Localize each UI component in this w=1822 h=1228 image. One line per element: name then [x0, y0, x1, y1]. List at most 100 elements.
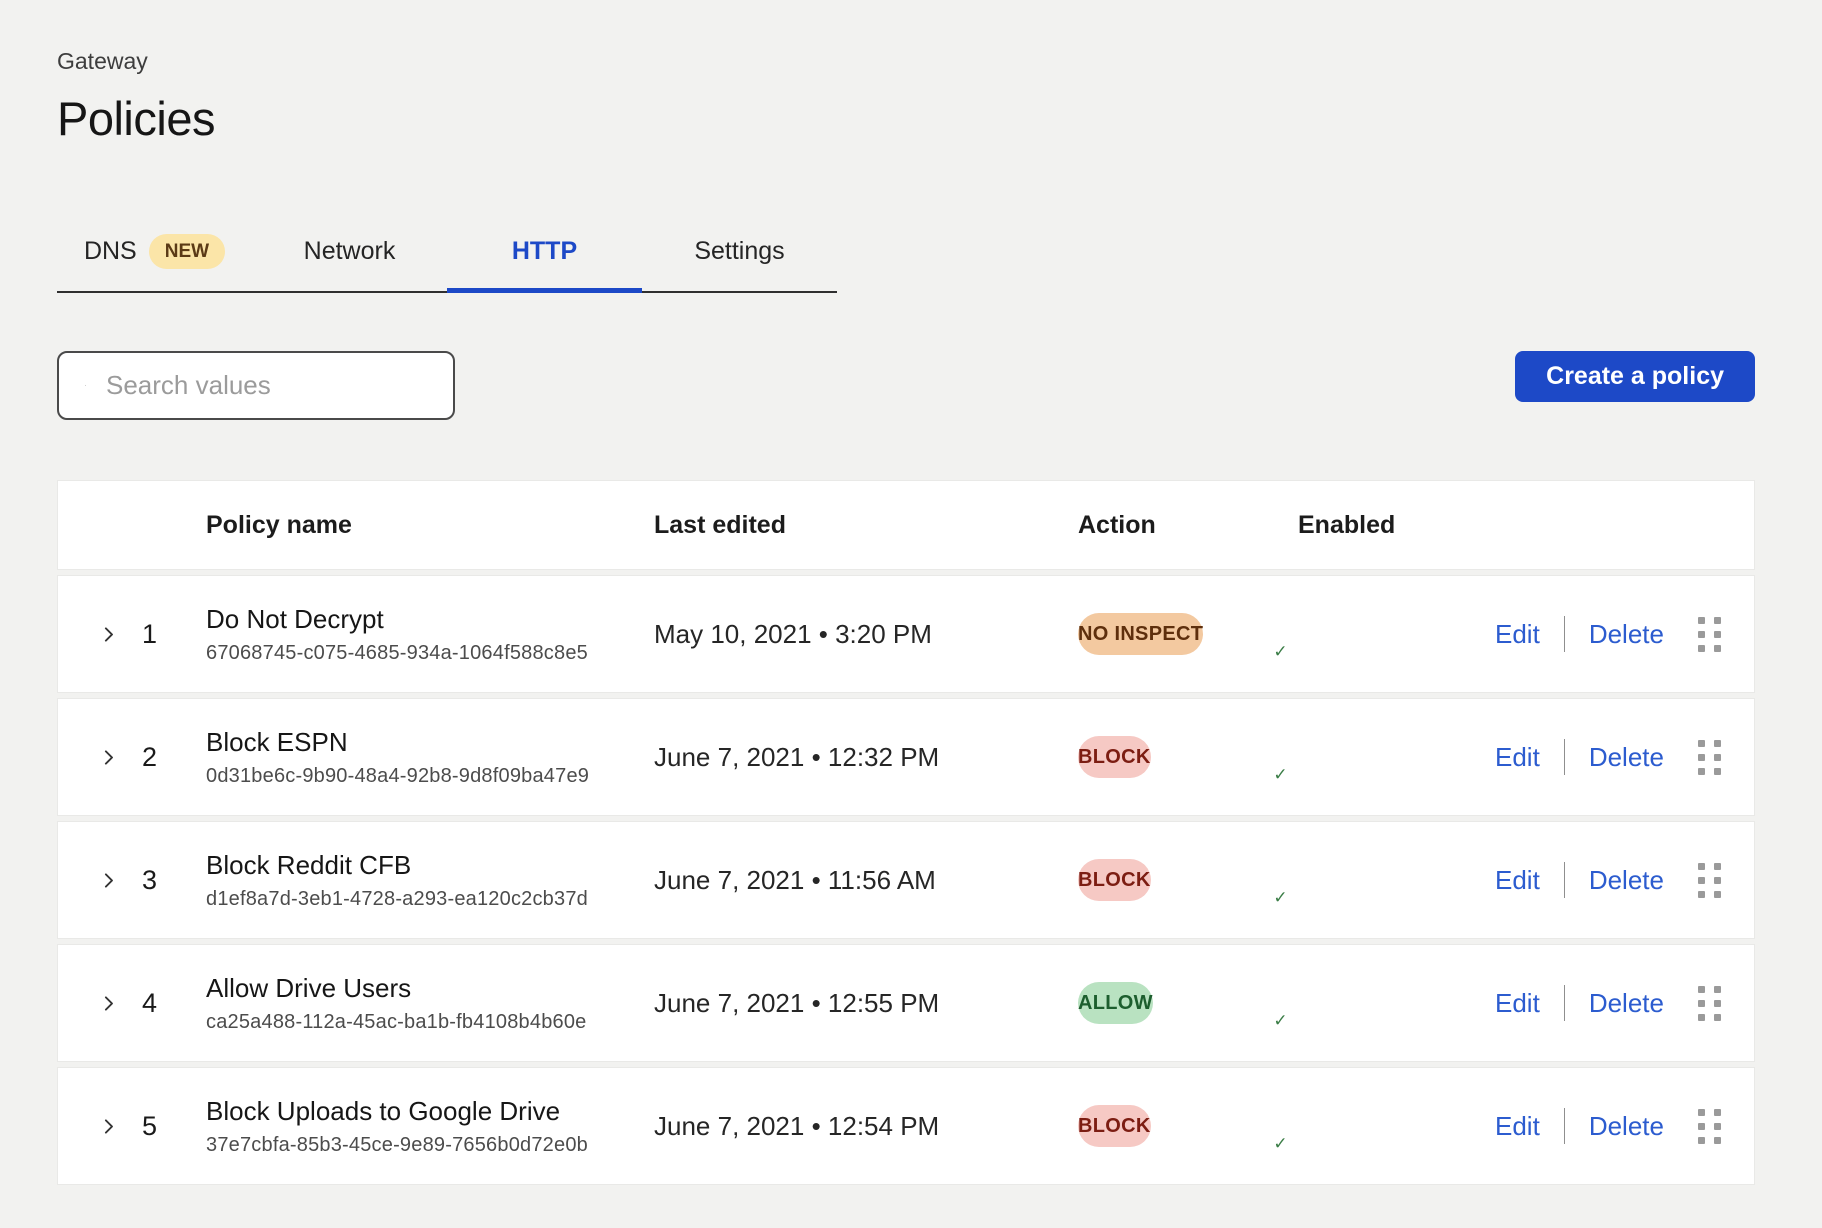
policy-name: Do Not Decrypt [206, 603, 654, 636]
policy-name-cell: Do Not Decrypt 67068745-c075-4685-934a-1… [206, 603, 654, 665]
policy-id: ca25a488-112a-45ac-ba1b-fb4108b4b60e [206, 1011, 654, 1034]
expand-row-button[interactable] [98, 870, 142, 891]
tab-settings[interactable]: Settings [642, 220, 837, 291]
action-cell: BLOCK [1078, 746, 1298, 769]
drag-handle-icon[interactable] [1698, 617, 1721, 652]
policy-name-cell: Block Reddit CFB d1ef8a7d-3eb1-4728-a293… [206, 849, 654, 911]
drag-handle-icon[interactable] [1698, 740, 1721, 775]
row-priority: 5 [142, 1111, 206, 1142]
chevron-right-icon [98, 870, 119, 891]
policy-id: 67068745-c075-4685-934a-1064f588c8e5 [206, 642, 654, 665]
action-badge: BLOCK [1078, 736, 1151, 778]
delete-link[interactable]: Delete [1589, 742, 1664, 773]
action-cell: NO INSPECT [1078, 623, 1298, 646]
delete-link[interactable]: Delete [1589, 988, 1664, 1019]
check-icon: ✓ [1267, 1007, 1294, 1034]
action-badge: ALLOW [1078, 982, 1153, 1024]
expand-row-button[interactable] [98, 993, 142, 1014]
gateway-policies-page: Gateway Policies DNS NEW Network HTTP Se… [0, 0, 1822, 1185]
drag-handle-icon[interactable] [1698, 1109, 1721, 1144]
row-actions: Edit Delete [1495, 739, 1698, 775]
toolbar: Create a policy [57, 351, 1755, 420]
table-row: 2 Block ESPN 0d31be6c-9b90-48a4-92b8-9d8… [57, 698, 1755, 816]
action-cell: BLOCK [1078, 1115, 1298, 1138]
policy-id: 0d31be6c-9b90-48a4-92b8-9d8f09ba47e9 [206, 765, 654, 788]
policies-table: Policy name Last edited Action Enabled 1… [57, 480, 1755, 1185]
expand-row-button[interactable] [98, 624, 142, 645]
drag-handle-icon[interactable] [1698, 986, 1721, 1021]
edit-link[interactable]: Edit [1495, 742, 1540, 773]
table-row: 4 Allow Drive Users ca25a488-112a-45ac-b… [57, 944, 1755, 1062]
actions-divider [1564, 862, 1565, 898]
last-edited: June 7, 2021 • 12:32 PM [654, 742, 1078, 773]
tab-http[interactable]: HTTP [447, 220, 642, 291]
row-priority: 2 [142, 742, 206, 773]
action-badge: BLOCK [1078, 1105, 1151, 1147]
create-policy-button[interactable]: Create a policy [1515, 351, 1755, 402]
edit-link[interactable]: Edit [1495, 988, 1540, 1019]
chevron-right-icon [98, 993, 119, 1014]
row-actions: Edit Delete [1495, 985, 1698, 1021]
edit-link[interactable]: Edit [1495, 865, 1540, 896]
breadcrumb: Gateway [57, 48, 1755, 75]
check-icon: ✓ [1267, 1130, 1294, 1157]
last-edited: May 10, 2021 • 3:20 PM [654, 619, 1078, 650]
tab-http-label: HTTP [512, 237, 577, 266]
tab-network-label: Network [304, 237, 396, 266]
table-row: 5 Block Uploads to Google Drive 37e7cbfa… [57, 1067, 1755, 1185]
table-header-row: Policy name Last edited Action Enabled [57, 480, 1755, 570]
last-edited: June 7, 2021 • 12:54 PM [654, 1111, 1078, 1142]
actions-divider [1564, 739, 1565, 775]
last-edited: June 7, 2021 • 11:56 AM [654, 865, 1078, 896]
row-priority: 3 [142, 865, 206, 896]
policy-name-cell: Block Uploads to Google Drive 37e7cbfa-8… [206, 1095, 654, 1157]
action-badge: NO INSPECT [1078, 613, 1203, 655]
policy-name: Block ESPN [206, 726, 654, 759]
search-input[interactable] [104, 369, 453, 402]
delete-link[interactable]: Delete [1589, 619, 1664, 650]
action-badge: BLOCK [1078, 859, 1151, 901]
delete-link[interactable]: Delete [1589, 865, 1664, 896]
check-icon: ✓ [1267, 884, 1294, 911]
chevron-right-icon [98, 747, 119, 768]
column-header-action: Action [1078, 511, 1298, 540]
tab-dns[interactable]: DNS NEW [57, 220, 252, 291]
table-row: 3 Block Reddit CFB d1ef8a7d-3eb1-4728-a2… [57, 821, 1755, 939]
page-title: Policies [57, 91, 1755, 146]
search-icon [85, 372, 86, 399]
column-header-policy-name: Policy name [206, 511, 654, 540]
policy-name: Block Uploads to Google Drive [206, 1095, 654, 1128]
action-cell: ALLOW [1078, 992, 1298, 1015]
drag-handle-icon[interactable] [1698, 863, 1721, 898]
edit-link[interactable]: Edit [1495, 1111, 1540, 1142]
row-actions: Edit Delete [1495, 862, 1698, 898]
expand-row-button[interactable] [98, 1116, 142, 1137]
tab-settings-label: Settings [694, 237, 784, 266]
check-icon: ✓ [1267, 761, 1294, 788]
table-row: 1 Do Not Decrypt 67068745-c075-4685-934a… [57, 575, 1755, 693]
policy-tabs: DNS NEW Network HTTP Settings [57, 220, 837, 293]
action-cell: BLOCK [1078, 869, 1298, 892]
last-edited: June 7, 2021 • 12:55 PM [654, 988, 1078, 1019]
policy-name: Allow Drive Users [206, 972, 654, 1005]
column-header-enabled: Enabled [1298, 511, 1495, 540]
edit-link[interactable]: Edit [1495, 619, 1540, 650]
chevron-right-icon [98, 1116, 119, 1137]
policy-name-cell: Allow Drive Users ca25a488-112a-45ac-ba1… [206, 972, 654, 1034]
policy-name-cell: Block ESPN 0d31be6c-9b90-48a4-92b8-9d8f0… [206, 726, 654, 788]
chevron-right-icon [98, 624, 119, 645]
actions-divider [1564, 985, 1565, 1021]
policy-id: 37e7cbfa-85b3-45ce-9e89-7656b0d72e0b [206, 1134, 654, 1157]
policy-id: d1ef8a7d-3eb1-4728-a293-ea120c2cb37d [206, 888, 654, 911]
row-actions: Edit Delete [1495, 616, 1698, 652]
row-priority: 1 [142, 619, 206, 650]
actions-divider [1564, 1108, 1565, 1144]
expand-row-button[interactable] [98, 747, 142, 768]
row-priority: 4 [142, 988, 206, 1019]
search-box[interactable] [57, 351, 455, 420]
tab-network[interactable]: Network [252, 220, 447, 291]
policy-name: Block Reddit CFB [206, 849, 654, 882]
check-icon: ✓ [1267, 638, 1294, 665]
row-actions: Edit Delete [1495, 1108, 1698, 1144]
delete-link[interactable]: Delete [1589, 1111, 1664, 1142]
